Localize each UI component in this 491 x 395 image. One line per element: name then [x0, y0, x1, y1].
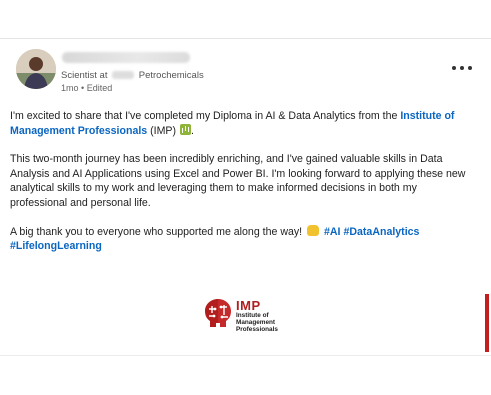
avatar[interactable] [16, 49, 56, 89]
paragraph-3: A big thank you to everyone who supporte… [10, 224, 476, 254]
logo-line-3: Professionals [236, 326, 278, 333]
post-card: Scientist at Petrochemicals 1mo • Edited… [0, 38, 491, 356]
profile-photo-icon [16, 49, 56, 89]
brain-icon [205, 299, 231, 327]
image-edge-accent [485, 294, 489, 352]
paragraph-2: This two-month journey has been incredib… [10, 153, 466, 209]
paragraph-1: I'm excited to share that I've completed… [10, 109, 476, 138]
post-body: I'm excited to share that I've completed… [10, 109, 476, 254]
edited-label: Edited [86, 83, 113, 93]
post-time: 1mo [61, 83, 79, 93]
headline-prefix: Scientist at [61, 70, 108, 81]
raising-hands-emoji-icon [307, 224, 320, 236]
paragraph-1-after: (IMP) [147, 124, 179, 137]
hashtag-lifelonglearning[interactable]: #LifelongLearning [10, 240, 102, 252]
headline-suffix: Petrochemicals [138, 70, 204, 81]
logo-subtitle: Institute of Management Professionals [236, 312, 316, 333]
author-headline: Scientist at Petrochemicals [61, 70, 204, 81]
imp-logo[interactable]: IMP Institute of Management Professional… [202, 297, 312, 337]
meta-separator: • [81, 83, 85, 93]
logo-title: IMP [236, 298, 261, 313]
redacted-company [112, 71, 135, 79]
paragraph-1-text: I'm excited to share that I've completed… [10, 110, 401, 122]
author-name-redacted[interactable] [62, 52, 190, 63]
bar-chart-emoji-icon [179, 123, 191, 135]
hashtag-dataanalytics[interactable]: #DataAnalytics [343, 226, 419, 238]
paragraph-3-text: A big thank you to everyone who supporte… [10, 225, 306, 238]
logo-line-2: Management [236, 319, 276, 326]
paragraph-1-end: . [190, 124, 194, 137]
ellipsis-icon[interactable] [452, 63, 472, 73]
post-header: Scientist at Petrochemicals 1mo • Edited [16, 49, 476, 93]
logo-line-1: Institute of [236, 312, 269, 319]
hashtag-ai[interactable]: #AI [324, 226, 341, 238]
post-meta: 1mo • Edited [61, 83, 112, 93]
